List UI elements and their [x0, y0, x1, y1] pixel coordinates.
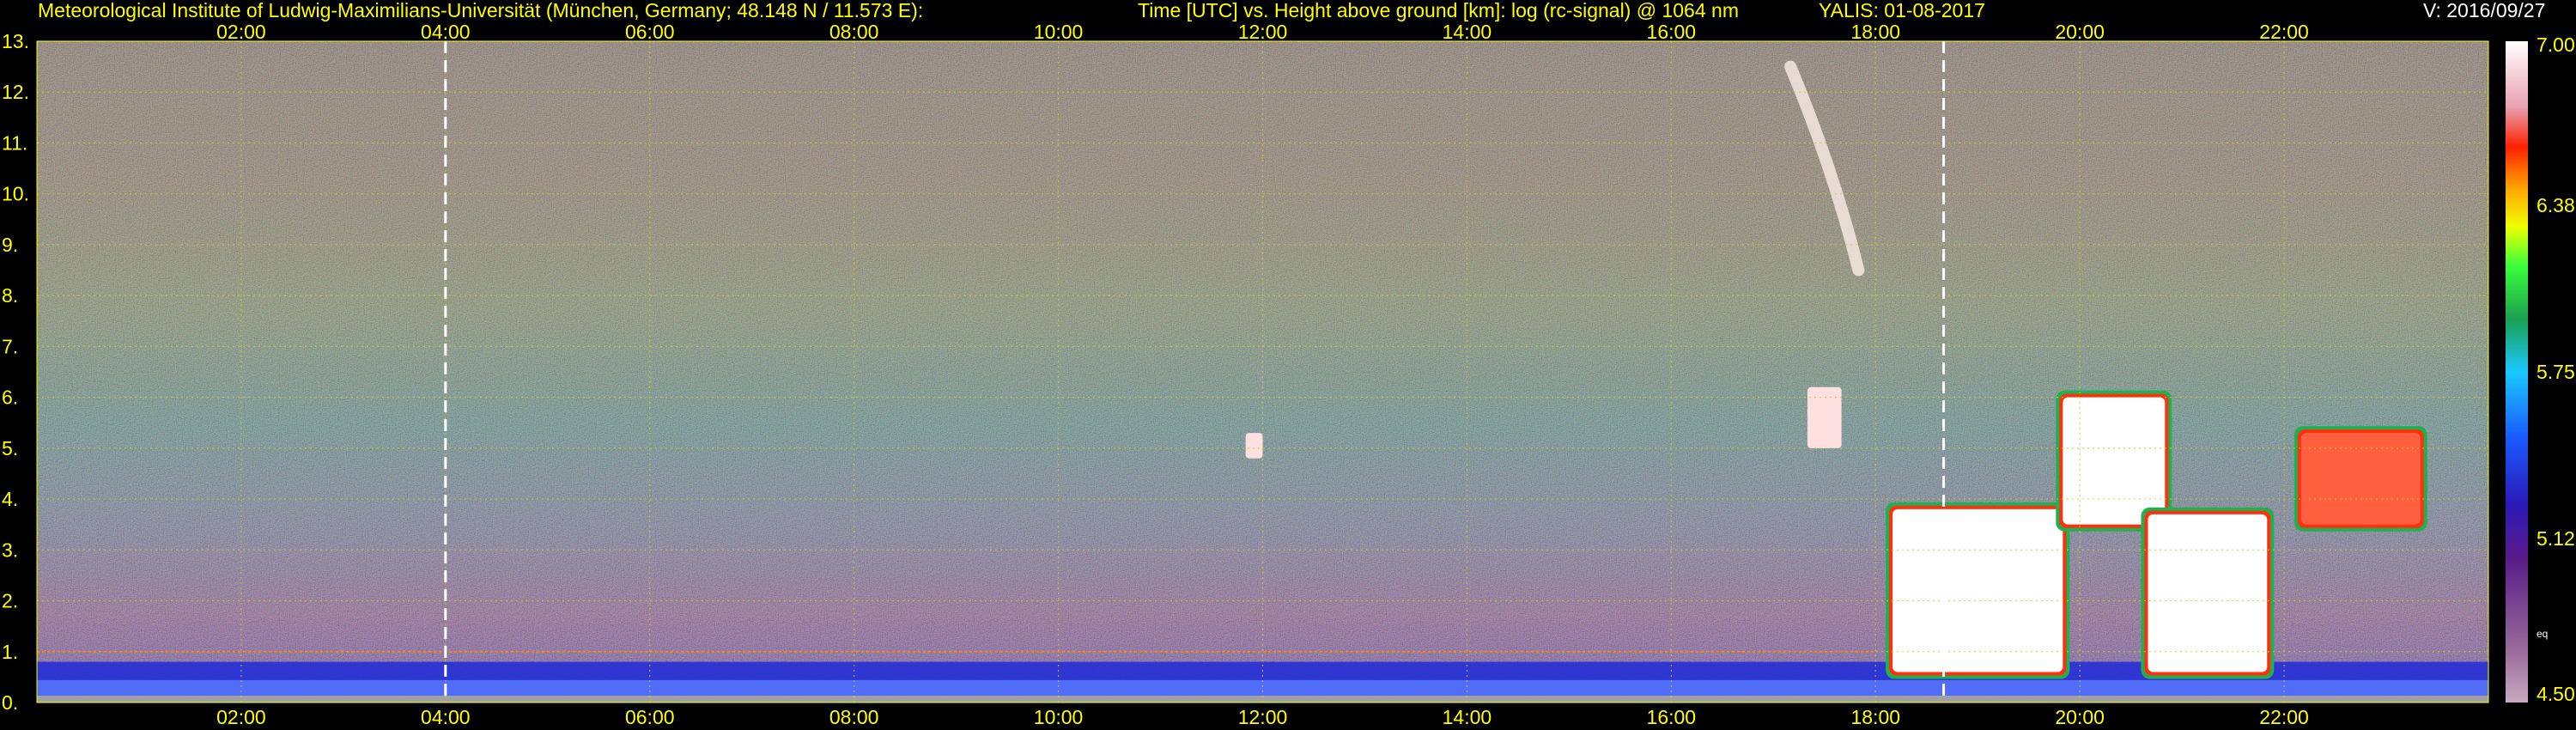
x-tick-label-top: 12:00: [1238, 21, 1288, 43]
x-tick-label-top: 18:00: [1850, 21, 1900, 43]
x-tick-label: 18:00: [1850, 706, 1900, 728]
colorbar: 7.00 6.38 5.75 5.12 4.50 eq: [2506, 33, 2575, 705]
x-tick-label: 10:00: [1034, 706, 1084, 728]
x-tick-label: 04:00: [421, 706, 471, 728]
y-tick-label: 4.: [2, 488, 18, 510]
x-tick-label: 12:00: [1238, 706, 1288, 728]
cloud-core: [2300, 433, 2421, 525]
x-tick-label-top: 20:00: [2055, 21, 2105, 43]
lidar-chart: 0. 1. 2. 3. 4. 5. 6. 7. 8. 9. 10. 11. 12. 13. 02:00 02:…: [2, 21, 2575, 728]
colorbar-tick-label: 4.50: [2537, 683, 2575, 705]
y-tick-label: 2.: [2, 590, 18, 612]
feature-cloud: [2293, 426, 2427, 532]
colorbar-tick-label: 7.00: [2537, 33, 2575, 56]
y-tick-label: 1.: [2, 641, 18, 663]
cloud-core: [1893, 508, 2063, 672]
y-tick-label: 13.: [2, 30, 29, 52]
x-tick-label-top: 02:00: [216, 21, 266, 43]
feature-cloud: [2141, 507, 2275, 679]
y-tick-label: 5.: [2, 437, 18, 459]
x-tick-label: 22:00: [2259, 706, 2309, 728]
x-tick-label-top: 14:00: [1443, 21, 1492, 43]
x-tick-label: 08:00: [829, 706, 879, 728]
x-tick-label-top: 08:00: [829, 21, 879, 43]
cloud-core: [2063, 397, 2166, 525]
y-tick-label: 12.: [2, 81, 29, 103]
x-tick-label-top: 06:00: [625, 21, 675, 43]
colorbar-tick-label: 5.75: [2537, 361, 2575, 383]
colorbar-scale: [2506, 41, 2528, 703]
y-tick-label: 3.: [2, 538, 18, 561]
y-tick-label: 11.: [2, 131, 27, 154]
feature-mid-cloud: [1807, 386, 1842, 448]
colorbar-small-label: eq: [2537, 628, 2548, 640]
y-tick-label: 9.: [2, 234, 18, 256]
y-tick-label: 10.: [2, 183, 29, 205]
cloud-core: [2148, 514, 2268, 672]
y-tick-label: 0.: [2, 691, 18, 714]
x-tick-label: 02:00: [216, 706, 266, 728]
x-tick-label: 16:00: [1647, 706, 1697, 728]
colorbar-tick-label: 5.12: [2537, 527, 2575, 550]
feature-cloud: [1886, 502, 2070, 679]
x-tick-label: 14:00: [1443, 706, 1492, 728]
x-tick-label-top: 04:00: [421, 21, 471, 43]
feature-mid-cloud: [1245, 433, 1263, 459]
x-tick-label-top: 16:00: [1647, 21, 1697, 43]
y-tick-label: 6.: [2, 386, 18, 409]
x-tick-label-top: 22:00: [2259, 21, 2309, 43]
colorbar-tick-label: 6.38: [2537, 194, 2575, 216]
y-tick-label: 8.: [2, 284, 18, 307]
x-tick-label: 06:00: [625, 706, 675, 728]
x-tick-label: 20:00: [2055, 706, 2105, 728]
x-tick-label-top: 10:00: [1034, 21, 1084, 43]
y-tick-label: 7.: [2, 335, 18, 357]
